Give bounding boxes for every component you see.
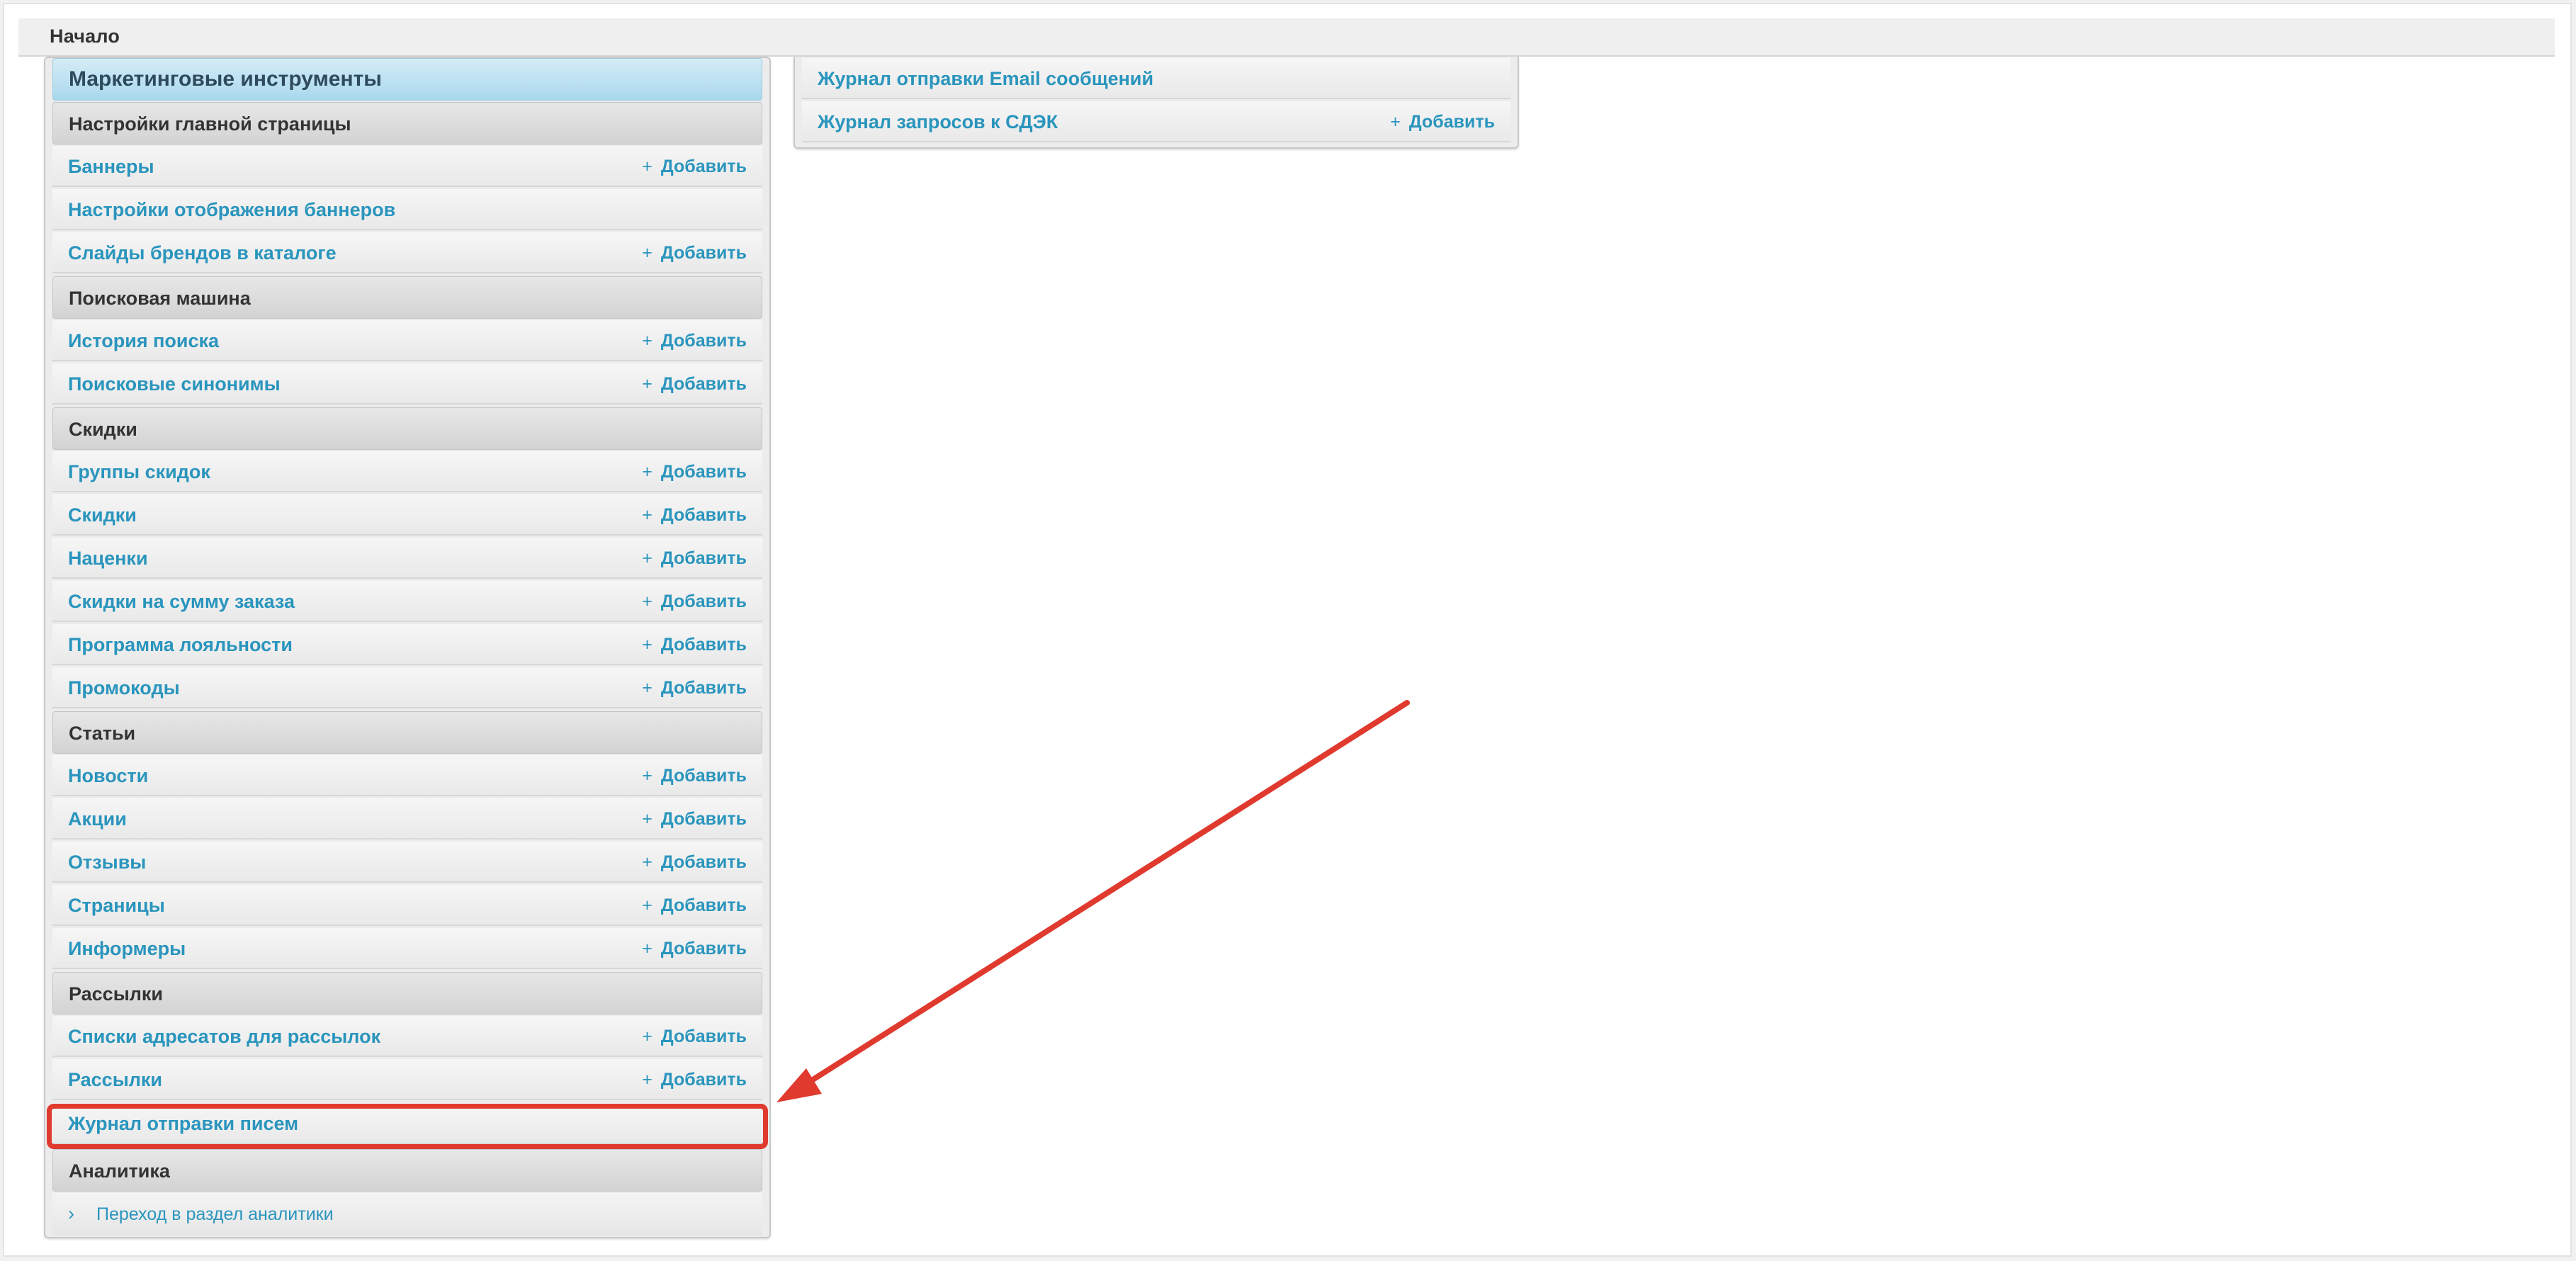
- arrow-head: [776, 1068, 822, 1102]
- arrow-shaft: [798, 700, 1410, 1090]
- annotation-arrow: [776, 700, 1410, 1102]
